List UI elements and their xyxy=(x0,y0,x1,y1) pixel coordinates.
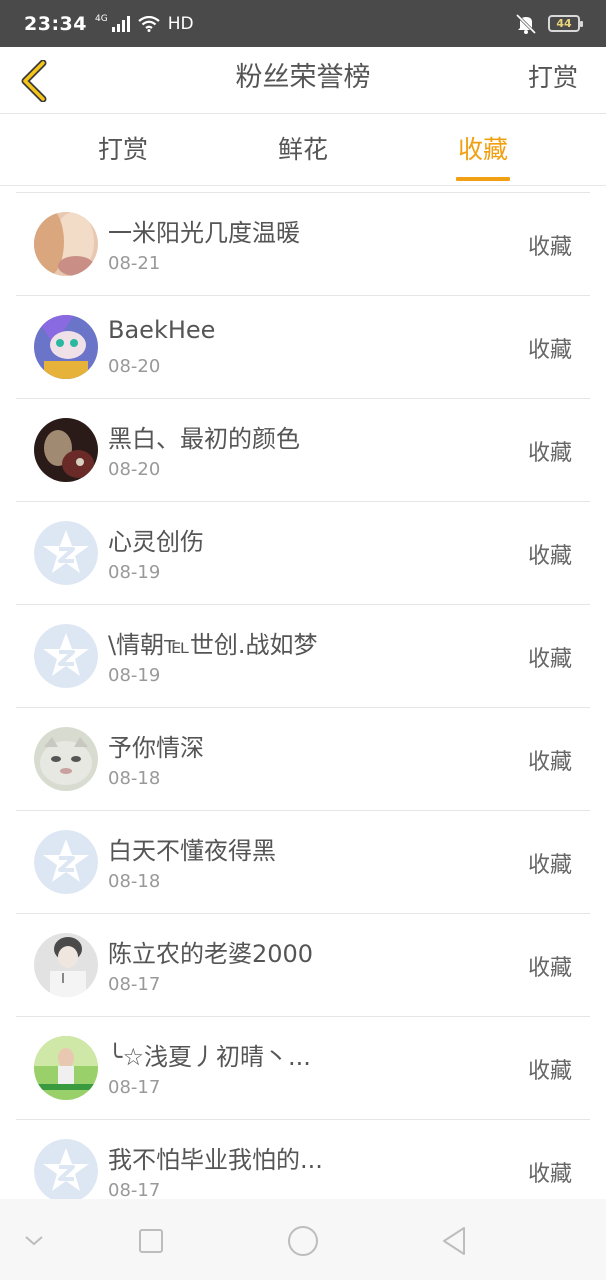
user-name: 黑白、最初的颜色 xyxy=(108,425,300,453)
action-type: 收藏 xyxy=(527,441,572,466)
tab-favorites-label: 收藏 xyxy=(457,135,508,164)
wifi-icon xyxy=(138,15,160,32)
reward-button[interactable]: 打赏 xyxy=(528,47,578,114)
list-item[interactable]: 陈立农的老婆2000 08-17 收藏 xyxy=(16,914,590,1017)
tab-active-indicator xyxy=(456,177,510,181)
action-type: 收藏 xyxy=(527,1059,572,1084)
battery-icon: 44 xyxy=(548,15,583,32)
nav-back-button[interactable] xyxy=(434,1221,474,1261)
avatar xyxy=(34,1036,98,1100)
list-item[interactable]: 予你情深 08-18 收藏 xyxy=(16,708,590,811)
date: 08-20 xyxy=(108,356,161,377)
avatar xyxy=(34,727,98,791)
default-avatar-icon xyxy=(34,1139,98,1199)
default-avatar-icon xyxy=(34,830,98,894)
status-time: 23:34 xyxy=(24,12,87,35)
network-type: 4G xyxy=(94,13,108,24)
action-type: 收藏 xyxy=(527,544,572,569)
action-type: 收藏 xyxy=(527,338,572,363)
nav-recents-button[interactable] xyxy=(131,1221,171,1261)
battery-level: 44 xyxy=(556,17,572,30)
user-name: 予你情深 xyxy=(108,734,204,762)
action-type: 收藏 xyxy=(527,750,572,775)
date: 08-17 xyxy=(108,1180,161,1199)
avatar xyxy=(34,315,98,379)
hd-indicator: HD xyxy=(167,13,194,34)
user-name: 白天不懂夜得黑 xyxy=(108,837,276,865)
status-bar: 23:34 4G HD 44 xyxy=(0,0,606,47)
user-name: ╰☆浅夏丿初晴丶... xyxy=(108,1043,311,1071)
user-name: 陈立农的老婆2000 xyxy=(108,940,314,968)
action-type: 收藏 xyxy=(527,956,572,981)
square-icon xyxy=(139,1229,163,1253)
signal-icon xyxy=(111,15,130,32)
tab-flowers[interactable]: 鲜花 xyxy=(243,114,363,186)
date: 08-20 xyxy=(108,459,161,480)
action-type: 收藏 xyxy=(527,647,572,672)
date: 08-18 xyxy=(108,768,161,789)
triangle-back-icon xyxy=(443,1227,465,1255)
action-type: 收藏 xyxy=(527,235,572,260)
tab-favorites[interactable]: 收藏 xyxy=(423,114,543,186)
page-title: 粉丝荣誉榜 xyxy=(235,62,371,93)
date: 08-21 xyxy=(108,253,161,274)
list-item[interactable]: BaekHee 08-20 收藏 xyxy=(16,296,590,399)
action-type: 收藏 xyxy=(527,1162,572,1187)
chevron-down-icon xyxy=(25,1236,43,1246)
nav-home-button[interactable] xyxy=(283,1221,323,1261)
list-item[interactable]: 我不怕毕业我怕的... 08-17 收藏 xyxy=(16,1120,590,1199)
status-left: 23:34 4G HD xyxy=(24,13,194,35)
list-item[interactable]: 黑白、最初的颜色 08-20 收藏 xyxy=(16,399,590,502)
system-nav-bar xyxy=(0,1199,606,1280)
header: 粉丝荣誉榜 打赏 xyxy=(0,47,606,114)
default-avatar-icon xyxy=(34,624,98,688)
default-avatar-icon xyxy=(34,521,98,585)
list-item[interactable]: 一米阳光几度温暖 08-21 收藏 xyxy=(16,193,590,296)
date: 08-17 xyxy=(108,974,161,995)
list-item[interactable]: \情朝℡世创.战如梦 08-19 收藏 xyxy=(16,605,590,708)
tab-reward[interactable]: 打赏 xyxy=(63,114,183,186)
avatar xyxy=(34,418,98,482)
avatar xyxy=(34,212,98,276)
nav-collapse-button[interactable] xyxy=(14,1221,54,1261)
user-name: 心灵创伤 xyxy=(108,528,204,556)
date: 08-17 xyxy=(108,1077,161,1098)
list-item[interactable]: 白天不懂夜得黑 08-18 收藏 xyxy=(16,811,590,914)
fan-list: 一米阳光几度温暖 08-21 收藏 BaekHee 08-20 收藏 黑白、最初… xyxy=(16,192,590,1199)
list-item[interactable]: 心灵创伤 08-19 收藏 xyxy=(16,502,590,605)
date: 08-19 xyxy=(108,665,161,686)
user-name: 一米阳光几度温暖 xyxy=(108,219,300,247)
action-type: 收藏 xyxy=(527,853,572,878)
mute-bell-icon xyxy=(515,13,537,34)
user-name: \情朝℡世创.战如梦 xyxy=(108,631,318,659)
user-name: 我不怕毕业我怕的... xyxy=(108,1146,323,1174)
avatar xyxy=(34,933,98,997)
status-right: 44 xyxy=(514,13,583,35)
circle-icon xyxy=(288,1226,318,1256)
user-name: BaekHee xyxy=(108,316,216,344)
date: 08-19 xyxy=(108,562,161,583)
list-item[interactable]: ╰☆浅夏丿初晴丶... 08-17 收藏 xyxy=(16,1017,590,1120)
date: 08-18 xyxy=(108,871,161,892)
tab-bar: 打赏 鲜花 收藏 xyxy=(0,114,606,186)
